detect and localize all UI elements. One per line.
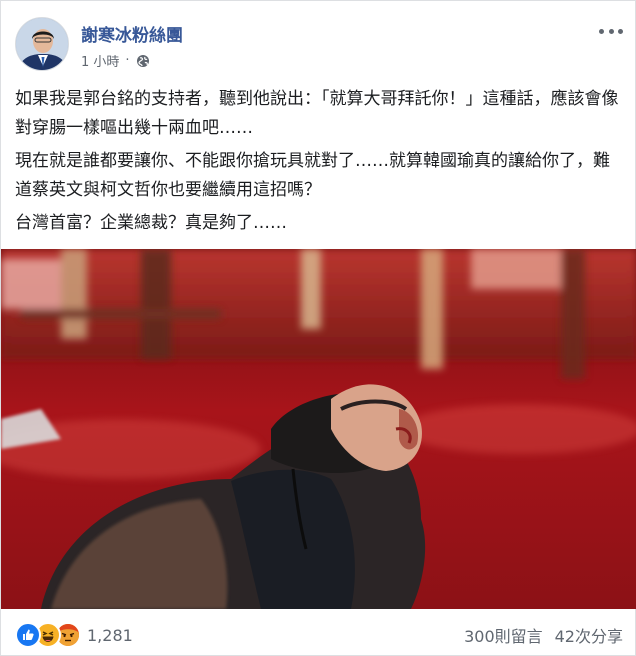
post-paragraph: 現在就是誰都要讓你、不能跟你搶玩具就對了……就算韓國瑜真的讓給你了，難道蔡英文與… <box>15 151 610 200</box>
engagement-stats: 300則留言 42次分享 <box>464 623 623 647</box>
post-paragraph: 台灣首富？企業總裁？真是夠了…… <box>15 213 287 233</box>
post-paragraph: 如果我是郭台銘的支持者，聽到他說出：「就算大哥拜託你！」這種話，應該會像對穿腸一… <box>15 89 619 138</box>
shares-link[interactable]: 42次分享 <box>555 623 623 647</box>
comments-link[interactable]: 300則留言 <box>464 623 543 647</box>
post-header: 謝寒冰粉絲團 1 小時 · <box>15 13 625 73</box>
reactions-summary[interactable]: 1,281 <box>15 622 133 648</box>
post-time[interactable]: 1 小時 <box>81 51 119 70</box>
meta-separator: · <box>125 53 130 68</box>
reaction-count[interactable]: 1,281 <box>87 626 133 645</box>
post-card: 謝寒冰粉絲團 1 小時 · 如果我是郭台銘的支持者，聽到他說出：「就算大哥拜託你… <box>0 0 636 656</box>
post-body: 如果我是郭台銘的支持者，聽到他說出：「就算大哥拜託你！」這種話，應該會像對穿腸一… <box>15 85 625 242</box>
avatar[interactable] <box>15 17 69 71</box>
like-icon <box>15 622 41 648</box>
post-photo[interactable] <box>1 249 636 609</box>
post-footer: 1,281 300則留言 42次分享 <box>15 621 623 649</box>
more-options-icon[interactable] <box>599 23 623 39</box>
globe-icon <box>136 54 150 68</box>
post-meta: 1 小時 · <box>81 51 150 70</box>
page-name-link[interactable]: 謝寒冰粉絲團 <box>81 21 183 46</box>
